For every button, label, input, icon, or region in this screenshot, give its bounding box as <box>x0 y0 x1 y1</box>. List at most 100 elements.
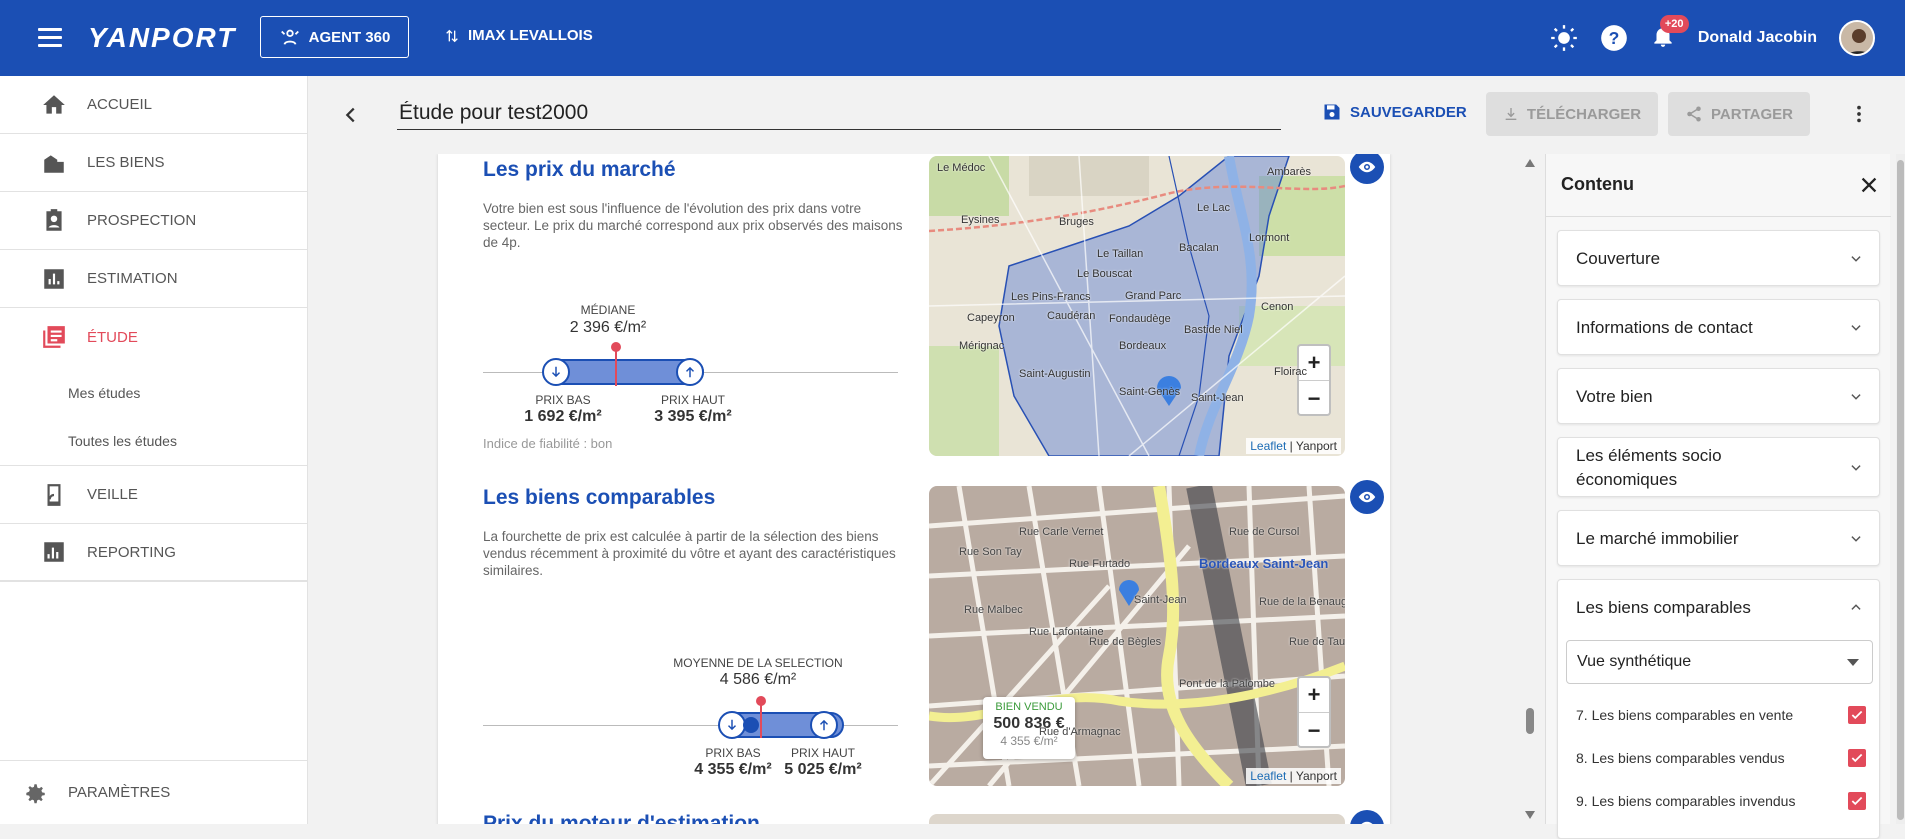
zoom-out-icon[interactable]: − <box>1299 381 1329 416</box>
visibility-toggle-estimation[interactable] <box>1350 810 1384 824</box>
market-map[interactable]: + − Leaflet | Yanport Le Médoc Ambarès Eys… <box>929 156 1345 456</box>
more-vert-icon[interactable] <box>1848 102 1870 126</box>
menu-icon[interactable] <box>38 28 62 47</box>
view-select[interactable]: Vue synthétique <box>1566 640 1873 684</box>
chevron-down-icon <box>1851 394 1861 400</box>
top-bar: YANPORT AGENT 360 IMAX LEVALLOIS ? +20 D… <box>0 0 1905 76</box>
watch-icon <box>47 483 61 506</box>
map-zoom-control[interactable]: + − <box>1297 676 1331 748</box>
visibility-toggle-comparables[interactable] <box>1350 480 1384 514</box>
sidebar-item-accueil[interactable]: ACCUEIL <box>0 76 308 134</box>
chevron-up-icon <box>1851 604 1861 610</box>
user-name[interactable]: Donald Jacobin <box>1698 29 1817 47</box>
zoom-in-icon[interactable]: + <box>1299 346 1329 381</box>
agency-label: IMAX LEVALLOIS <box>468 27 593 44</box>
download-button[interactable]: TÉLÉCHARGER <box>1486 92 1658 136</box>
logo[interactable]: YANPORT <box>88 22 236 54</box>
accordion-label: Les éléments socio économiques <box>1576 446 1722 489</box>
study-icon <box>43 326 65 348</box>
sidebar-item-label: REPORTING <box>87 543 176 561</box>
accordion-couverture[interactable]: Couverture <box>1557 230 1880 286</box>
sidebar-item-etude[interactable]: ÉTUDE <box>0 308 308 366</box>
panel-title: Contenu <box>1561 174 1634 194</box>
check-row-vendus[interactable]: 8. Les biens comparables vendus <box>1576 749 1866 767</box>
checkbox-checked-icon[interactable] <box>1848 749 1866 767</box>
floppy-icon <box>1324 104 1340 120</box>
panel-scrollbar[interactable] <box>1896 154 1905 824</box>
map-zoom-control[interactable]: + − <box>1297 344 1331 416</box>
settings-label: PARAMÈTRES <box>68 784 171 801</box>
chevron-down-icon <box>1851 256 1861 262</box>
sold-price: 500 836 € <box>993 715 1065 732</box>
scroll-thumb[interactable] <box>1526 708 1534 734</box>
reliability-index: Indice de fiabilité : bon <box>483 436 613 451</box>
sub-item-toutes-etudes[interactable]: Toutes les études <box>68 433 177 449</box>
accordion-contact[interactable]: Informations de contact <box>1557 299 1880 355</box>
check-row-invendus[interactable]: 9. Les biens comparables invendus <box>1576 792 1866 810</box>
agency-switcher[interactable]: IMAX LEVALLOIS <box>444 27 593 44</box>
sold-property-popup[interactable]: BIEN VENDU 500 836 € 4 355 €/m² <box>983 697 1075 759</box>
scroll-up-icon[interactable] <box>1524 158 1536 168</box>
help-icon[interactable]: ? <box>1600 24 1628 52</box>
view-select-value: Vue synthétique <box>1577 653 1692 670</box>
comparables-description: La fourchette de prix est calculée à par… <box>483 529 896 578</box>
leaflet-link[interactable]: Leaflet <box>1250 769 1286 783</box>
back-icon[interactable] <box>340 104 362 126</box>
notifications-button[interactable]: +20 <box>1650 14 1689 54</box>
leaflet-link[interactable]: Leaflet <box>1250 439 1286 453</box>
lightbulb-icon[interactable] <box>1550 24 1578 52</box>
check-row-en-vente[interactable]: 7. Les biens comparables en vente <box>1576 706 1866 724</box>
accordion-socio-economique[interactable]: Les éléments socio économiques <box>1557 437 1880 497</box>
sub-item-mes-etudes[interactable]: Mes études <box>68 385 140 401</box>
checkbox-checked-icon[interactable] <box>1848 792 1866 810</box>
sidebar-item-prospection[interactable]: PROSPECTION <box>0 192 308 250</box>
sidebar-item-label: VEILLE <box>87 486 138 503</box>
download-label: TÉLÉCHARGER <box>1526 105 1642 123</box>
accordion-label: Informations de contact <box>1576 318 1753 337</box>
svg-text:?: ? <box>1609 28 1620 48</box>
sidebar-item-label: ÉTUDE <box>87 328 138 346</box>
market-description: Votre bien est sous l'influence de l'évo… <box>483 201 903 250</box>
check-label: 9. Les biens comparables invendus <box>1576 793 1796 809</box>
scroll-thumb[interactable] <box>1897 160 1904 820</box>
study-document: Les prix du marché Votre bien est sous l… <box>438 154 1390 824</box>
accordion-votre-bien[interactable]: Votre bien <box>1557 368 1880 424</box>
median-value: 2 396 €/m² <box>569 319 647 336</box>
zoom-out-icon[interactable]: − <box>1299 713 1329 748</box>
share-button[interactable]: PARTAGER <box>1668 92 1810 136</box>
chart-icon <box>44 268 64 289</box>
sidebar-item-veille[interactable]: VEILLE <box>0 466 308 524</box>
comparables-map[interactable]: BIEN VENDU 500 836 € 4 355 €/m² + − Leaf… <box>929 486 1345 786</box>
content-panel: Contenu Couverture Informations de conta… <box>1545 154 1891 839</box>
share-icon <box>1687 106 1701 122</box>
zoom-in-icon[interactable]: + <box>1299 678 1329 713</box>
accordion-label: Votre bien <box>1576 387 1653 406</box>
avatar[interactable] <box>1839 20 1875 56</box>
arrow-up-icon <box>810 711 838 739</box>
document-scroll-area[interactable]: Les prix du marché Votre bien est sous l… <box>308 154 1545 824</box>
sidebar-item-estimation[interactable]: ESTIMATION <box>0 250 308 308</box>
median-marker <box>611 342 621 352</box>
checkbox-checked-icon[interactable] <box>1848 706 1866 724</box>
estimation-map[interactable] <box>929 814 1345 824</box>
map-attribution: Leaflet | Yanport <box>1246 438 1341 454</box>
close-icon[interactable] <box>1858 174 1880 196</box>
sidebar-item-les-biens[interactable]: LES BIENS <box>0 134 308 192</box>
buildings-icon <box>44 154 64 173</box>
accordion-marche[interactable]: Le marché immobilier <box>1557 510 1880 566</box>
agent-icon <box>280 29 299 45</box>
visibility-toggle-market[interactable] <box>1350 154 1384 184</box>
scroll-down-icon[interactable] <box>1524 810 1536 820</box>
agent-360-button[interactable]: AGENT 360 <box>260 16 409 58</box>
document-scrollbar[interactable] <box>1522 156 1538 824</box>
sidebar-item-reporting[interactable]: REPORTING <box>0 524 308 582</box>
download-icon <box>1505 108 1517 120</box>
study-title-input[interactable] <box>397 96 1281 130</box>
low-label: PRIX BAS <box>535 393 591 407</box>
save-button[interactable]: SAUVEGARDER <box>1322 102 1467 122</box>
settings-item[interactable]: PARAMÈTRES <box>0 760 308 824</box>
chevron-down-icon <box>1851 325 1861 331</box>
estimation-engine-title: Prix du moteur d'estimation <box>483 812 760 824</box>
subject-marker <box>743 717 759 733</box>
eye-icon <box>1358 491 1376 503</box>
